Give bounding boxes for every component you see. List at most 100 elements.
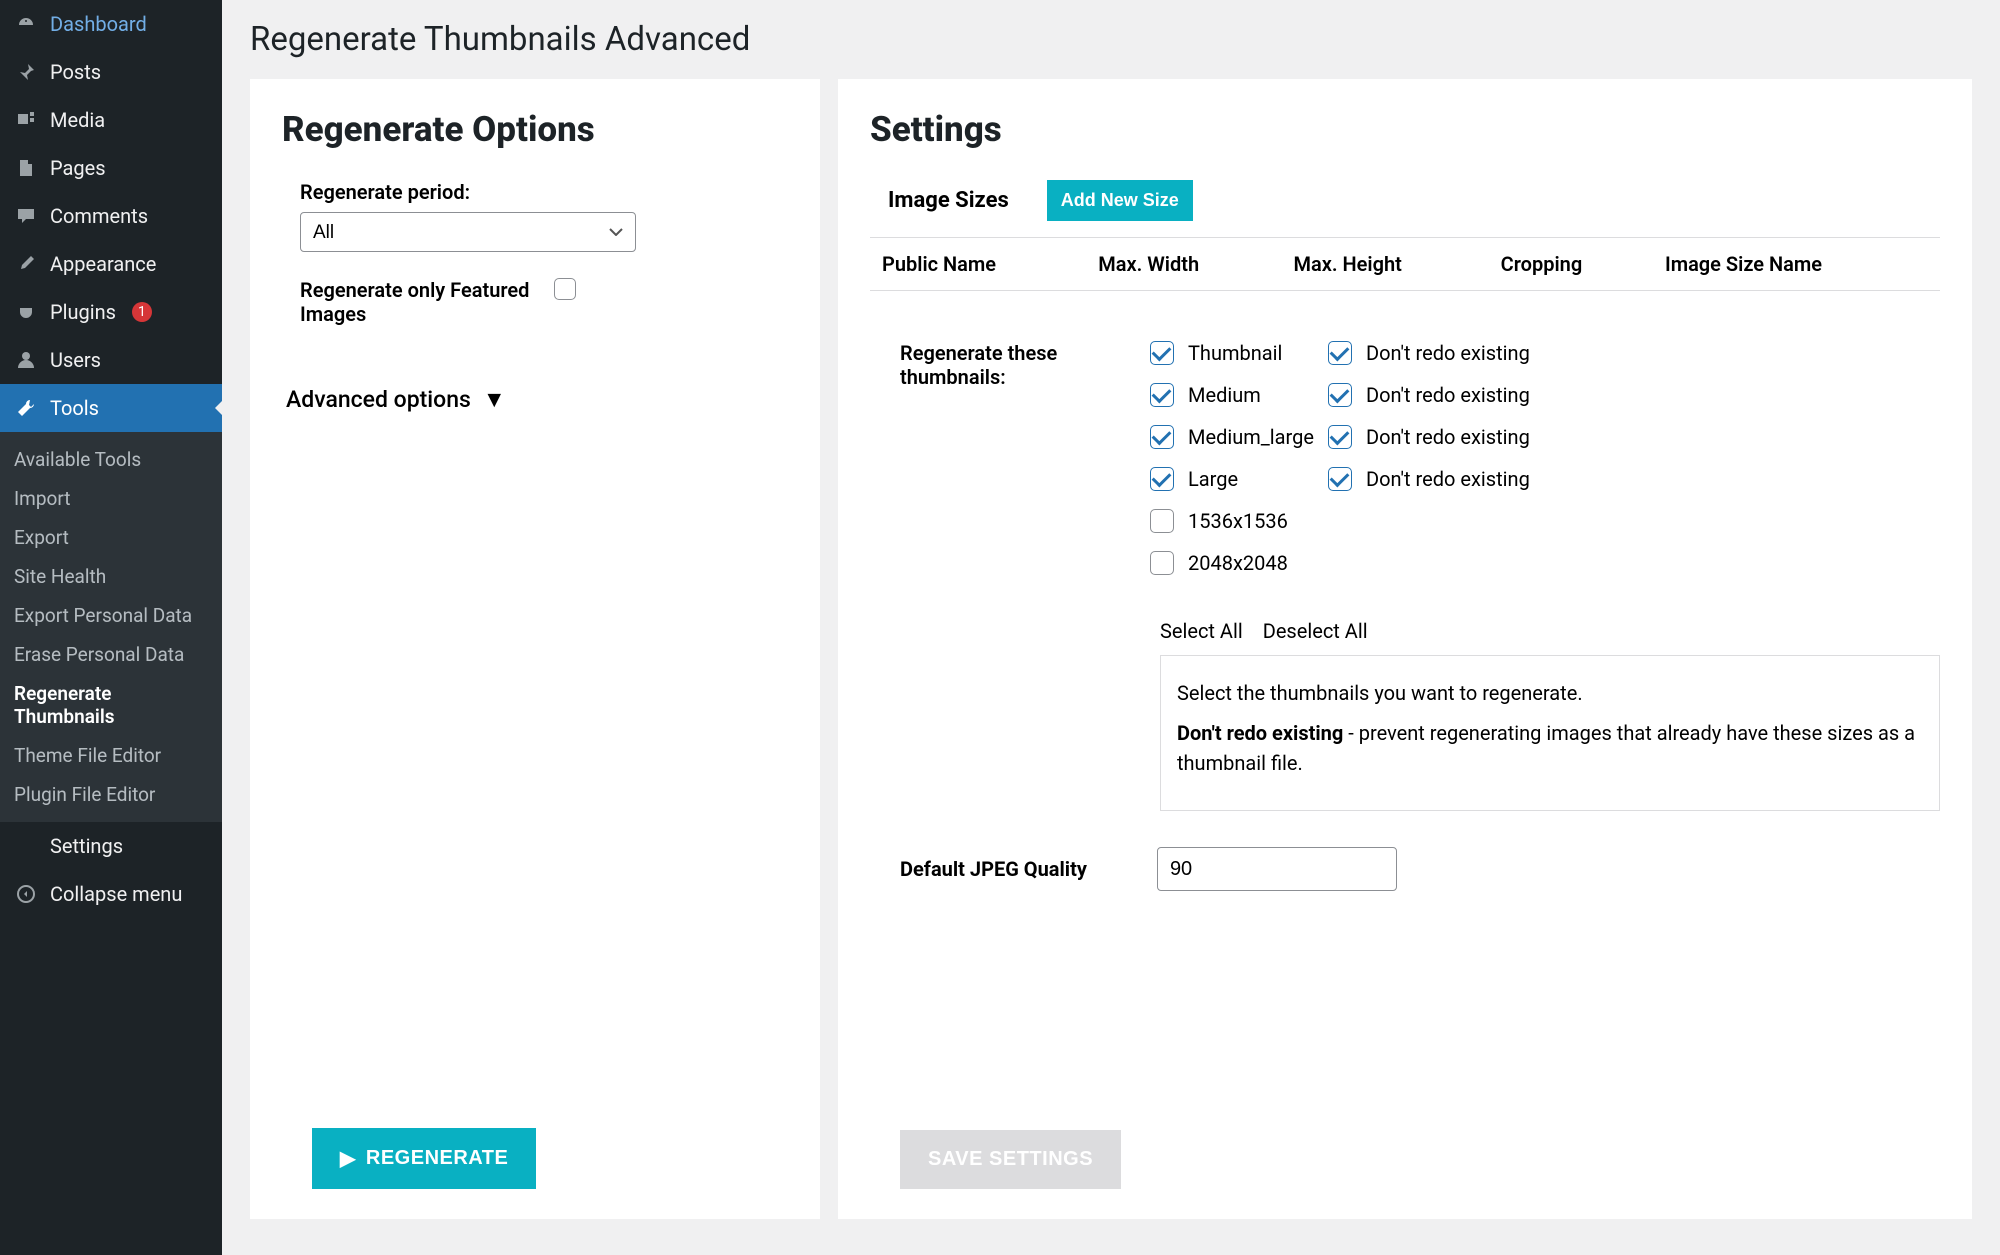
regenerate-period-select[interactable]: All: [300, 212, 636, 252]
info-box: Select the thumbnails you want to regene…: [1160, 655, 1940, 811]
sidebar-item-posts[interactable]: Posts: [0, 48, 222, 96]
sidebar-item-label: Plugins: [50, 300, 116, 324]
thumb-label: 2048x2048: [1188, 551, 1288, 575]
sidebar-item-label: Appearance: [50, 252, 156, 276]
info-line-2: Don't redo existing - prevent regenerati…: [1177, 718, 1923, 778]
sidebar-item-label: Settings: [50, 834, 123, 858]
comment-icon: [14, 204, 38, 228]
submenu-export-personal-data[interactable]: Export Personal Data: [0, 596, 222, 635]
featured-only-checkbox[interactable]: [554, 278, 576, 300]
thumb-checkbox-1536[interactable]: [1150, 509, 1174, 533]
image-sizes-title: Image Sizes: [888, 188, 1009, 213]
dont-redo-checkbox-medium[interactable]: [1328, 383, 1352, 407]
sliders-icon: [14, 834, 38, 858]
regenerate-period-label: Regenerate period:: [300, 180, 788, 204]
thumb-checkbox-medium[interactable]: [1150, 383, 1174, 407]
thumb-checkbox-large[interactable]: [1150, 467, 1174, 491]
regenerate-thumbs-section: Regenerate these thumbnails: Thumbnail D…: [900, 341, 1940, 575]
sidebar-item-dashboard[interactable]: Dashboard: [0, 0, 222, 48]
select-all-link[interactable]: Select All: [1160, 619, 1243, 643]
page-icon: [14, 156, 38, 180]
select-links: Select All Deselect All: [1160, 619, 1940, 643]
jpeg-quality-label: Default JPEG Quality: [900, 857, 1087, 881]
thumb-row-1536: 1536x1536: [1150, 509, 1530, 533]
thumb-row-large: Large Don't redo existing: [1150, 467, 1530, 491]
featured-only-row: Regenerate only Featured Images: [300, 278, 788, 326]
submenu-export[interactable]: Export: [0, 518, 222, 557]
submenu-available-tools[interactable]: Available Tools: [0, 440, 222, 479]
user-icon: [14, 348, 38, 372]
brush-icon: [14, 252, 38, 276]
th-public-name: Public Name: [872, 240, 1086, 288]
settings-title: Settings: [870, 109, 1940, 150]
sidebar-item-label: Media: [50, 108, 105, 132]
dont-redo-checkbox-medium-large[interactable]: [1328, 425, 1352, 449]
thumb-label: Medium: [1188, 383, 1261, 407]
settings-card: Settings Image Sizes Add New Size Public…: [838, 79, 1972, 1219]
th-max-width: Max. Width: [1088, 240, 1281, 288]
jpeg-quality-row: Default JPEG Quality: [900, 847, 1940, 891]
media-icon: [14, 108, 38, 132]
submenu-plugin-file-editor[interactable]: Plugin File Editor: [0, 775, 222, 814]
submenu-site-health[interactable]: Site Health: [0, 557, 222, 596]
sidebar-item-media[interactable]: Media: [0, 96, 222, 144]
dont-redo-label: Don't redo existing: [1366, 341, 1530, 365]
thumb-row-thumbnail: Thumbnail Don't redo existing: [1150, 341, 1530, 365]
regenerate-thumbs-label: Regenerate these thumbnails:: [900, 341, 1070, 575]
thumb-label: Medium_large: [1188, 425, 1314, 449]
collapse-icon: [14, 882, 38, 906]
thumb-label: 1536x1536: [1188, 509, 1288, 533]
thumb-checkbox-2048[interactable]: [1150, 551, 1174, 575]
info-line-1: Select the thumbnails you want to regene…: [1177, 678, 1923, 708]
thumb-row-2048: 2048x2048: [1150, 551, 1530, 575]
submenu-erase-personal-data[interactable]: Erase Personal Data: [0, 635, 222, 674]
sidebar-item-label: Tools: [50, 396, 99, 420]
plugins-update-badge: 1: [132, 302, 152, 322]
dont-redo-label: Don't redo existing: [1366, 383, 1530, 407]
page-title: Regenerate Thumbnails Advanced: [250, 20, 1972, 59]
dont-redo-checkbox-large[interactable]: [1328, 467, 1352, 491]
pin-icon: [14, 60, 38, 84]
regenerate-options-title: Regenerate Options: [282, 109, 788, 150]
sidebar-item-label: Users: [50, 348, 101, 372]
thumb-checkbox-thumbnail[interactable]: [1150, 341, 1174, 365]
gauge-icon: [14, 12, 38, 36]
admin-sidebar: Dashboard Posts Media Pages Comments App…: [0, 0, 222, 1255]
advanced-options-toggle[interactable]: Advanced options ▼: [286, 386, 788, 413]
thumb-label: Thumbnail: [1188, 341, 1282, 365]
sidebar-item-settings[interactable]: Settings: [0, 822, 222, 870]
dont-redo-label: Don't redo existing: [1366, 425, 1530, 449]
add-new-size-button[interactable]: Add New Size: [1047, 180, 1193, 221]
regenerate-options-card: Regenerate Options Regenerate period: Al…: [250, 79, 820, 1219]
advanced-options-label: Advanced options: [286, 386, 471, 413]
deselect-all-link[interactable]: Deselect All: [1263, 619, 1368, 643]
regenerate-period-group: Regenerate period: All: [300, 180, 788, 252]
regenerate-button[interactable]: ▶ REGENERATE: [312, 1128, 536, 1189]
submenu-import[interactable]: Import: [0, 479, 222, 518]
main-content: Regenerate Thumbnails Advanced Regenerat…: [222, 0, 2000, 1255]
submenu-theme-file-editor[interactable]: Theme File Editor: [0, 736, 222, 775]
submenu-regenerate-thumbnails[interactable]: Regenerate Thumbnails: [0, 674, 222, 736]
sidebar-item-appearance[interactable]: Appearance: [0, 240, 222, 288]
plug-icon: [14, 300, 38, 324]
sidebar-item-comments[interactable]: Comments: [0, 192, 222, 240]
sidebar-item-label: Collapse menu: [50, 882, 182, 906]
sidebar-item-pages[interactable]: Pages: [0, 144, 222, 192]
sidebar-item-collapse[interactable]: Collapse menu: [0, 870, 222, 918]
thumb-row-medium-large: Medium_large Don't redo existing: [1150, 425, 1530, 449]
sidebar-item-label: Posts: [50, 60, 101, 84]
image-sizes-table: Public Name Max. Width Max. Height Cropp…: [870, 237, 1940, 291]
tools-submenu: Available Tools Import Export Site Healt…: [0, 432, 222, 822]
sidebar-item-label: Comments: [50, 204, 148, 228]
dont-redo-checkbox-thumbnail[interactable]: [1328, 341, 1352, 365]
thumb-checkbox-medium-large[interactable]: [1150, 425, 1174, 449]
play-icon: ▶: [340, 1146, 356, 1171]
sidebar-item-plugins[interactable]: Plugins 1: [0, 288, 222, 336]
sidebar-item-label: Pages: [50, 156, 106, 180]
sidebar-item-tools[interactable]: Tools: [0, 384, 222, 432]
jpeg-quality-input[interactable]: [1157, 847, 1397, 891]
th-max-height: Max. Height: [1283, 240, 1488, 288]
image-sizes-header: Image Sizes Add New Size: [888, 180, 1940, 221]
sidebar-item-users[interactable]: Users: [0, 336, 222, 384]
save-settings-button[interactable]: SAVE SETTINGS: [900, 1130, 1121, 1189]
